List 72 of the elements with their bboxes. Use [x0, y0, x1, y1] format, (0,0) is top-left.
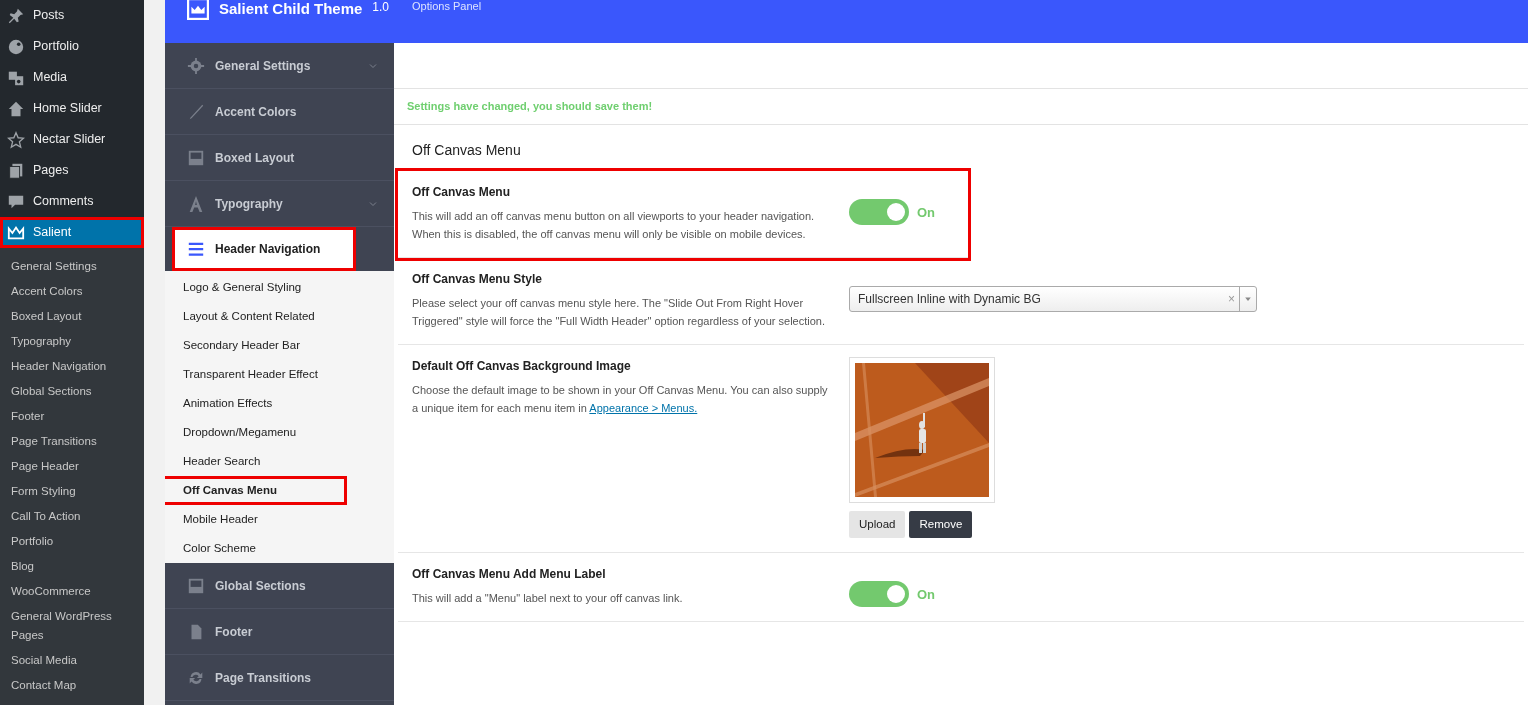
- submenu-item[interactable]: Page Transitions: [0, 429, 144, 454]
- section-item[interactable]: Header Navigation: [172, 227, 356, 271]
- subsection-item[interactable]: Animation Effects: [165, 389, 394, 418]
- subsection-item[interactable]: Layout & Content Related: [165, 302, 394, 331]
- submenu-item[interactable]: Accent Colors: [0, 279, 144, 304]
- admin-menu-item[interactable]: Salient: [0, 217, 144, 248]
- submenu-item[interactable]: Blog: [0, 554, 144, 579]
- caret-icon: [1244, 294, 1252, 303]
- home-icon: [7, 99, 25, 118]
- section-item[interactable]: Accent Colors: [165, 89, 394, 135]
- field-description: Please select your off canvas menu style here. The "Slide Out From Right Hover Triggered" style will force the "Full Width Header" option regardless of your selection.: [412, 295, 826, 329]
- submenu-item[interactable]: General Settings: [0, 254, 144, 279]
- toggle-switch[interactable]: [849, 198, 909, 225]
- switch-state: On: [917, 585, 936, 604]
- version-label: 1.0: [372, 0, 390, 16]
- submenu-item[interactable]: Boxed Layout: [0, 304, 144, 329]
- submenu-item[interactable]: Header Navigation: [0, 354, 144, 379]
- font-icon: [187, 194, 205, 213]
- submenu-item[interactable]: Page Header: [0, 454, 144, 479]
- field-description: This will add a "Menu" label next to your off canvas link.: [412, 590, 684, 606]
- subsection-item[interactable]: Color Scheme: [165, 534, 394, 563]
- upload-button[interactable]: Upload: [849, 510, 906, 538]
- field-title: Off Canvas Menu Style: [412, 270, 544, 288]
- subsection-item[interactable]: Transparent Header Effect: [165, 360, 394, 389]
- subsection-item[interactable]: Logo & General Styling: [165, 273, 394, 302]
- star-icon: [7, 130, 25, 149]
- section-item[interactable]: Global Sections: [165, 563, 394, 609]
- layout-icon: [187, 148, 205, 167]
- section-item[interactable]: Page Transitions: [165, 655, 394, 701]
- admin-menu-item[interactable]: Home Slider: [0, 93, 144, 124]
- field-description: Choose the default image to be shown in your Off Canvas Menu. You can also supply a unique item for each menu item in Appearance > Menus.: [412, 382, 829, 416]
- submenu-item[interactable]: General WordPress Pages: [0, 604, 144, 648]
- admin-menu-item[interactable]: Comments: [0, 186, 144, 217]
- submenu-item[interactable]: Portfolio: [0, 529, 144, 554]
- crown-icon: [187, 0, 209, 20]
- section-item[interactable]: Footer: [165, 609, 394, 655]
- submenu-item[interactable]: Typography: [0, 329, 144, 354]
- pin-icon: [7, 6, 25, 25]
- admin-menu-item[interactable]: Media: [0, 62, 144, 93]
- remove-button[interactable]: Remove: [909, 510, 973, 538]
- section-item[interactable]: General Settings: [165, 43, 394, 89]
- submenu-item[interactable]: Footer: [0, 404, 144, 429]
- field-title: Off Canvas Menu Add Menu Label: [412, 565, 607, 583]
- submenu-item[interactable]: Social Media: [0, 648, 144, 673]
- toggle-switch[interactable]: [849, 580, 909, 607]
- submenu-item[interactable]: WooCommerce: [0, 579, 144, 604]
- field-title: Default Off Canvas Background Image: [412, 357, 632, 375]
- save-notice: Settings have changed, you should save them!: [394, 88, 1528, 125]
- subsection-item[interactable]: Off Canvas Menu: [165, 476, 347, 505]
- admin-menu-item[interactable]: Posts: [0, 0, 144, 31]
- field-description: This will add an off canvas menu button on all viewports to your header navigation. When this is disabled, the off canvas menu will only be visible on mobile devices.: [412, 208, 816, 242]
- layout-icon: [187, 576, 205, 595]
- admin-menu-item[interactable]: Pages: [0, 155, 144, 186]
- admin-menu-item[interactable]: Nectar Slider: [0, 124, 144, 155]
- pages-icon: [7, 161, 25, 180]
- subsection-item[interactable]: Mobile Header: [165, 505, 394, 534]
- submenu-item[interactable]: Form Styling: [0, 479, 144, 504]
- admin-menu-item[interactable]: Portfolio: [0, 31, 144, 62]
- subsection-item[interactable]: Header Search: [165, 447, 394, 476]
- switch-state: On: [917, 203, 936, 222]
- style-select[interactable]: Fullscreen Inline with Dynamic BG ×: [849, 285, 1257, 312]
- subsection-item[interactable]: Secondary Header Bar: [165, 331, 394, 360]
- section-item[interactable]: Boxed Layout: [165, 135, 394, 181]
- submenu-item[interactable]: Global Sections: [0, 379, 144, 404]
- theme-title: Salient Child Theme: [219, 0, 363, 19]
- field-title: Off Canvas Menu: [412, 183, 511, 201]
- menus-link[interactable]: Appearance > Menus.: [589, 401, 698, 414]
- section-title: Off Canvas Menu: [411, 140, 522, 160]
- subsection-item[interactable]: Dropdown/Megamenu: [165, 418, 394, 447]
- options-subtitle: Options Panel: [411, 0, 482, 14]
- submenu-item[interactable]: Contact Map: [0, 673, 144, 698]
- submenu-item[interactable]: Call To Action: [0, 504, 144, 529]
